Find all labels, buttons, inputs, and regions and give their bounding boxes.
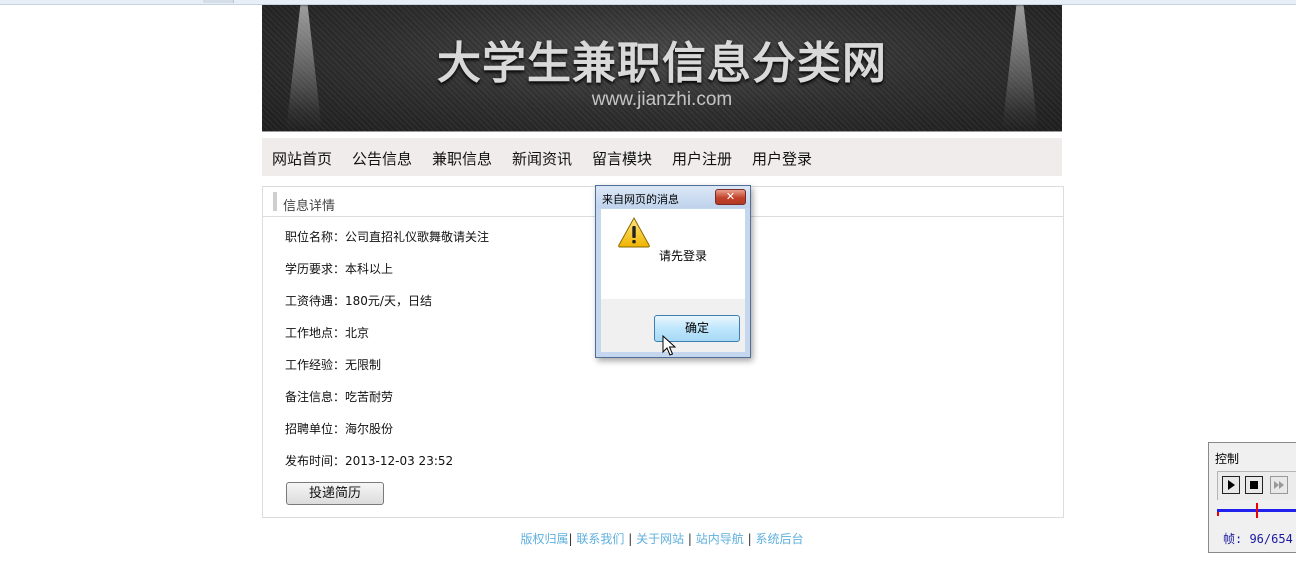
field-salary: 工资待遇：180元/天，日结 <box>285 294 432 308</box>
field-education: 学历要求：本科以上 <box>285 262 394 276</box>
main-nav: 网站首页 公告信息 兼职信息 新闻资讯 留言模块 用户注册 用户登录 <box>262 138 1062 176</box>
warning-icon <box>618 216 650 248</box>
footer-links: 版权归属| 联系我们 | 关于网站 | 站内导航 | 系统后台 <box>0 530 1296 547</box>
browser-tab-stub[interactable] <box>203 0 234 3</box>
play-icon[interactable] <box>1222 476 1240 494</box>
frame-position-marker[interactable] <box>1256 503 1258 518</box>
site-banner: 大学生兼职信息分类网 www.jianzhi.com <box>262 5 1062 132</box>
site-title: 大学生兼职信息分类网 <box>437 38 887 89</box>
field-job-title: 职位名称：公司直招礼仪歌舞敬请关注 <box>285 230 490 244</box>
nav-news[interactable]: 新闻资讯 <box>512 148 572 169</box>
dialog-title: 来自网页的消息 <box>602 193 679 206</box>
footer-link-copyright[interactable]: 版权归属 <box>520 532 568 546</box>
control-title: 控制 <box>1215 452 1240 466</box>
field-publish-time: 发布时间：2013-12-03 23:52 <box>285 454 454 468</box>
alert-dialog: 来自网页的消息 ✕ 请先登录 确定 <box>595 185 751 358</box>
nav-announcements[interactable]: 公告信息 <box>352 148 412 169</box>
mouse-cursor-icon <box>662 335 676 356</box>
field-location: 工作地点：北京 <box>285 326 370 340</box>
frame-counter: 帧: 96/654 <box>1223 532 1293 546</box>
submit-resume-button[interactable]: 投递简历 <box>286 482 384 505</box>
field-experience: 工作经验：无限制 <box>285 358 382 372</box>
nav-login[interactable]: 用户登录 <box>752 148 812 169</box>
playback-control-panel: 控制 帧: 96/654 <box>1208 442 1296 553</box>
footer-sep: | <box>687 532 692 546</box>
footer-link-contact[interactable]: 联系我们 <box>576 532 624 546</box>
control-toolbar <box>1217 471 1296 500</box>
header-accent-bar <box>273 192 277 211</box>
footer-link-sitemap[interactable]: 站内导航 <box>696 532 744 546</box>
footer-sep: | <box>628 532 633 546</box>
field-remarks: 备注信息：吃苦耐劳 <box>285 390 394 404</box>
dialog-message: 请先登录 <box>659 249 708 263</box>
footer-sep: | <box>747 532 752 546</box>
footer-link-about[interactable]: 关于网站 <box>636 532 684 546</box>
fast-forward-icon[interactable] <box>1270 476 1288 494</box>
footer-link-admin[interactable]: 系统后台 <box>756 532 804 546</box>
nav-register[interactable]: 用户注册 <box>672 148 732 169</box>
track-start-marker <box>1217 512 1219 516</box>
footer-sep: | <box>568 532 573 546</box>
site-url: www.jianzhi.com <box>591 89 733 110</box>
close-icon[interactable]: ✕ <box>715 189 746 205</box>
field-employer: 招聘单位：海尔股份 <box>285 422 394 436</box>
stop-icon[interactable] <box>1245 476 1263 494</box>
nav-messages[interactable]: 留言模块 <box>592 148 652 169</box>
nav-parttime-jobs[interactable]: 兼职信息 <box>432 148 492 169</box>
nav-home[interactable]: 网站首页 <box>272 148 332 169</box>
panel-title: 信息详情 <box>283 199 336 214</box>
dialog-titlebar[interactable]: 来自网页的消息 ✕ <box>596 186 750 208</box>
